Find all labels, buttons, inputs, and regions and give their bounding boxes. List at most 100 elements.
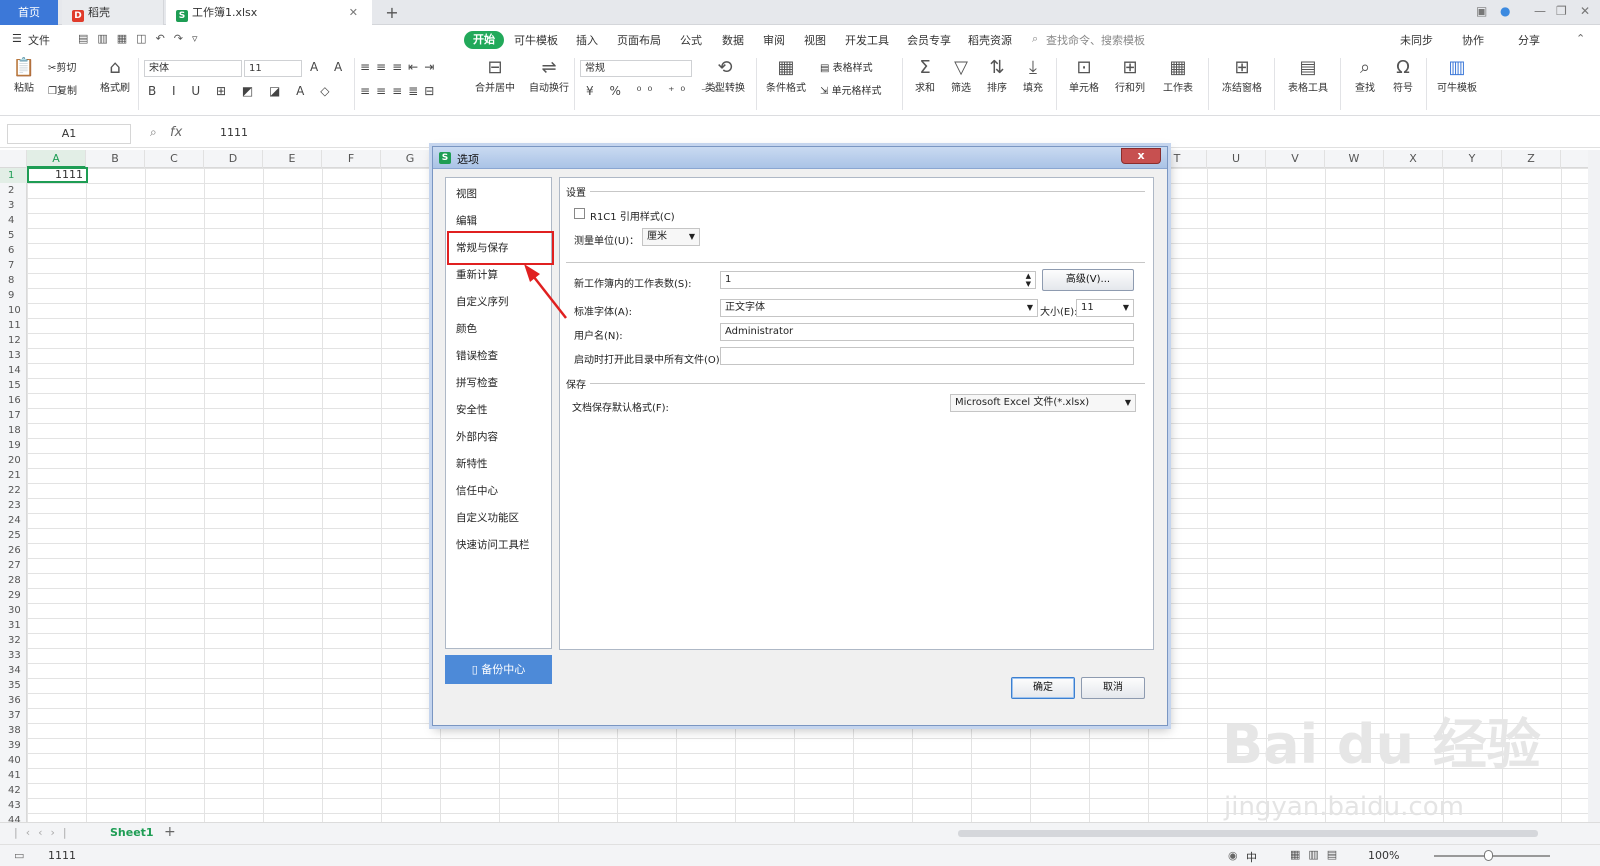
select-all-corner[interactable] bbox=[0, 150, 27, 168]
row-header[interactable]: 39 bbox=[0, 738, 27, 753]
column-header[interactable]: Y bbox=[1443, 150, 1502, 168]
row-header[interactable]: 41 bbox=[0, 768, 27, 783]
fill-button[interactable]: ⤓ 填充 bbox=[1018, 57, 1048, 94]
row-header[interactable]: 19 bbox=[0, 438, 27, 453]
row-header[interactable]: 23 bbox=[0, 498, 27, 513]
column-header[interactable]: C bbox=[145, 150, 204, 168]
backup-center-button[interactable]: ▯ 备份中心 bbox=[445, 655, 552, 684]
row-header[interactable]: 44 bbox=[0, 813, 27, 822]
layout-icon[interactable]: ▣ bbox=[1476, 4, 1487, 18]
row-header[interactable]: 16 bbox=[0, 393, 27, 408]
menu-docer-resources[interactable]: 稻壳资源 bbox=[968, 32, 1012, 48]
options-nav-item[interactable]: 快速访问工具栏 bbox=[456, 537, 530, 552]
row-col-button[interactable]: ⊞ 行和列 bbox=[1110, 57, 1150, 94]
row-header[interactable]: 10 bbox=[0, 303, 27, 318]
column-header[interactable]: F bbox=[322, 150, 381, 168]
name-box[interactable]: A1 bbox=[7, 124, 131, 144]
worksheet-button[interactable]: ▦ 工作表 bbox=[1158, 57, 1198, 94]
row-header[interactable]: 14 bbox=[0, 363, 27, 378]
align-top-icons[interactable]: ≡≡≡⇤⇥ bbox=[360, 60, 440, 74]
startup-folder-input[interactable] bbox=[720, 347, 1134, 365]
options-nav-item[interactable]: 重新计算 bbox=[456, 267, 498, 282]
menu-data[interactable]: 数据 bbox=[722, 32, 744, 48]
formula-input[interactable]: 1111 bbox=[220, 126, 248, 139]
row-header[interactable]: 33 bbox=[0, 648, 27, 663]
row-header[interactable]: 32 bbox=[0, 633, 27, 648]
row-header[interactable]: 21 bbox=[0, 468, 27, 483]
menu-template[interactable]: 可牛模板 bbox=[514, 32, 558, 48]
menu-view[interactable]: 视图 bbox=[804, 32, 826, 48]
zoom-icon[interactable]: ⌕ bbox=[150, 125, 157, 140]
row-header[interactable]: 27 bbox=[0, 558, 27, 573]
spinner-icon[interactable]: ▲ ▼ bbox=[1026, 272, 1031, 288]
cell-button[interactable]: ⊡ 单元格 bbox=[1064, 57, 1104, 94]
wrap-text-button[interactable]: ⇌ 自动换行 bbox=[528, 57, 570, 94]
copy-button[interactable]: ❐复制 bbox=[48, 82, 77, 97]
row-header[interactable]: 37 bbox=[0, 708, 27, 723]
maximize-icon[interactable]: ❐ bbox=[1556, 4, 1567, 18]
menu-review[interactable]: 审阅 bbox=[763, 32, 785, 48]
table-style-button[interactable]: ▤ 表格样式 bbox=[820, 59, 873, 74]
row-header[interactable]: 6 bbox=[0, 243, 27, 258]
options-nav-item[interactable]: 信任中心 bbox=[456, 483, 498, 498]
align-icons[interactable]: ≡≡≡≣⊟ bbox=[360, 84, 440, 98]
search-icon[interactable]: ⌕ bbox=[1032, 32, 1038, 46]
tab-workbook[interactable]: S 工作簿1.xlsx ✕ bbox=[166, 0, 372, 25]
input-method[interactable]: 中 bbox=[1246, 849, 1257, 865]
window-close-icon[interactable]: ✕ bbox=[1580, 4, 1590, 18]
add-sheet-icon[interactable]: + bbox=[164, 824, 176, 840]
menu-developer[interactable]: 开发工具 bbox=[845, 32, 889, 48]
dialog-font-size-select[interactable]: 11 ▼ bbox=[1076, 299, 1134, 317]
symbol-button[interactable]: Ω 符号 bbox=[1388, 57, 1418, 94]
collapse-ribbon-icon[interactable]: ⌃ bbox=[1576, 32, 1585, 45]
row-header[interactable]: 1 bbox=[0, 168, 27, 183]
menu-start[interactable]: 开始 bbox=[464, 31, 504, 49]
menu-member[interactable]: 会员专享 bbox=[907, 32, 951, 48]
row-header[interactable]: 7 bbox=[0, 258, 27, 273]
find-button[interactable]: ⌕ 查找 bbox=[1350, 57, 1380, 94]
row-header[interactable]: 11 bbox=[0, 318, 27, 333]
format-painter-button[interactable]: ⌂ 格式刷 bbox=[98, 57, 132, 94]
row-header[interactable]: 43 bbox=[0, 798, 27, 813]
sheet-nav-icons[interactable]: |‹‹›| bbox=[14, 826, 75, 839]
command-search[interactable]: 查找命令、搜索模板 bbox=[1046, 32, 1145, 48]
row-header[interactable]: 9 bbox=[0, 288, 27, 303]
dialog-close-button[interactable]: x bbox=[1121, 148, 1161, 164]
row-header[interactable]: 22 bbox=[0, 483, 27, 498]
tab-docer[interactable]: D 稻壳 bbox=[62, 0, 164, 25]
sum-button[interactable]: Σ 求和 bbox=[910, 57, 940, 94]
row-header[interactable]: 42 bbox=[0, 783, 27, 798]
avatar[interactable]: ● bbox=[1500, 4, 1510, 18]
menu-formula[interactable]: 公式 bbox=[680, 32, 702, 48]
row-header[interactable]: 34 bbox=[0, 663, 27, 678]
fx-icon[interactable]: fx bbox=[170, 125, 182, 140]
row-header[interactable]: 25 bbox=[0, 528, 27, 543]
paste-button[interactable]: 📋 粘贴 bbox=[8, 57, 40, 94]
unit-select[interactable]: 厘米 ▼ bbox=[642, 228, 700, 246]
standard-font-select[interactable]: 正文字体 ▼ bbox=[720, 299, 1038, 317]
column-header[interactable]: E bbox=[263, 150, 322, 168]
options-nav-item[interactable]: 视图 bbox=[456, 186, 477, 201]
type-convert-button[interactable]: ⟲ 类型转换 bbox=[700, 57, 750, 94]
options-nav-item[interactable]: 错误检查 bbox=[456, 348, 498, 363]
row-header[interactable]: 18 bbox=[0, 423, 27, 438]
column-header[interactable]: D bbox=[204, 150, 263, 168]
row-header[interactable]: 38 bbox=[0, 723, 27, 738]
horizontal-scrollbar[interactable] bbox=[958, 830, 1538, 837]
sort-button[interactable]: ⇅ 排序 bbox=[982, 57, 1012, 94]
merge-center-button[interactable]: ⊟ 合并居中 bbox=[470, 57, 520, 94]
column-header[interactable]: V bbox=[1266, 150, 1325, 168]
column-header[interactable]: X bbox=[1384, 150, 1443, 168]
options-nav-item[interactable]: 自定义序列 bbox=[456, 294, 509, 309]
row-header[interactable]: 28 bbox=[0, 573, 27, 588]
number-format-select[interactable]: 常规 bbox=[580, 60, 692, 77]
username-input[interactable]: Administrator bbox=[720, 323, 1134, 341]
quick-access-icons[interactable]: ▤▥▦◫↶↷▿ bbox=[78, 32, 207, 45]
dialog-titlebar[interactable]: S 选项 x bbox=[433, 147, 1167, 169]
options-nav-item[interactable]: 编辑 bbox=[456, 213, 477, 228]
font-size-select[interactable]: 11 bbox=[244, 60, 302, 77]
sheets-count-input[interactable]: 1 ▲ ▼ bbox=[720, 271, 1036, 289]
menu-collab[interactable]: 协作 bbox=[1462, 32, 1484, 48]
menu-icon[interactable]: ☰ bbox=[12, 32, 22, 45]
eye-icon[interactable]: ◉ bbox=[1228, 849, 1238, 862]
